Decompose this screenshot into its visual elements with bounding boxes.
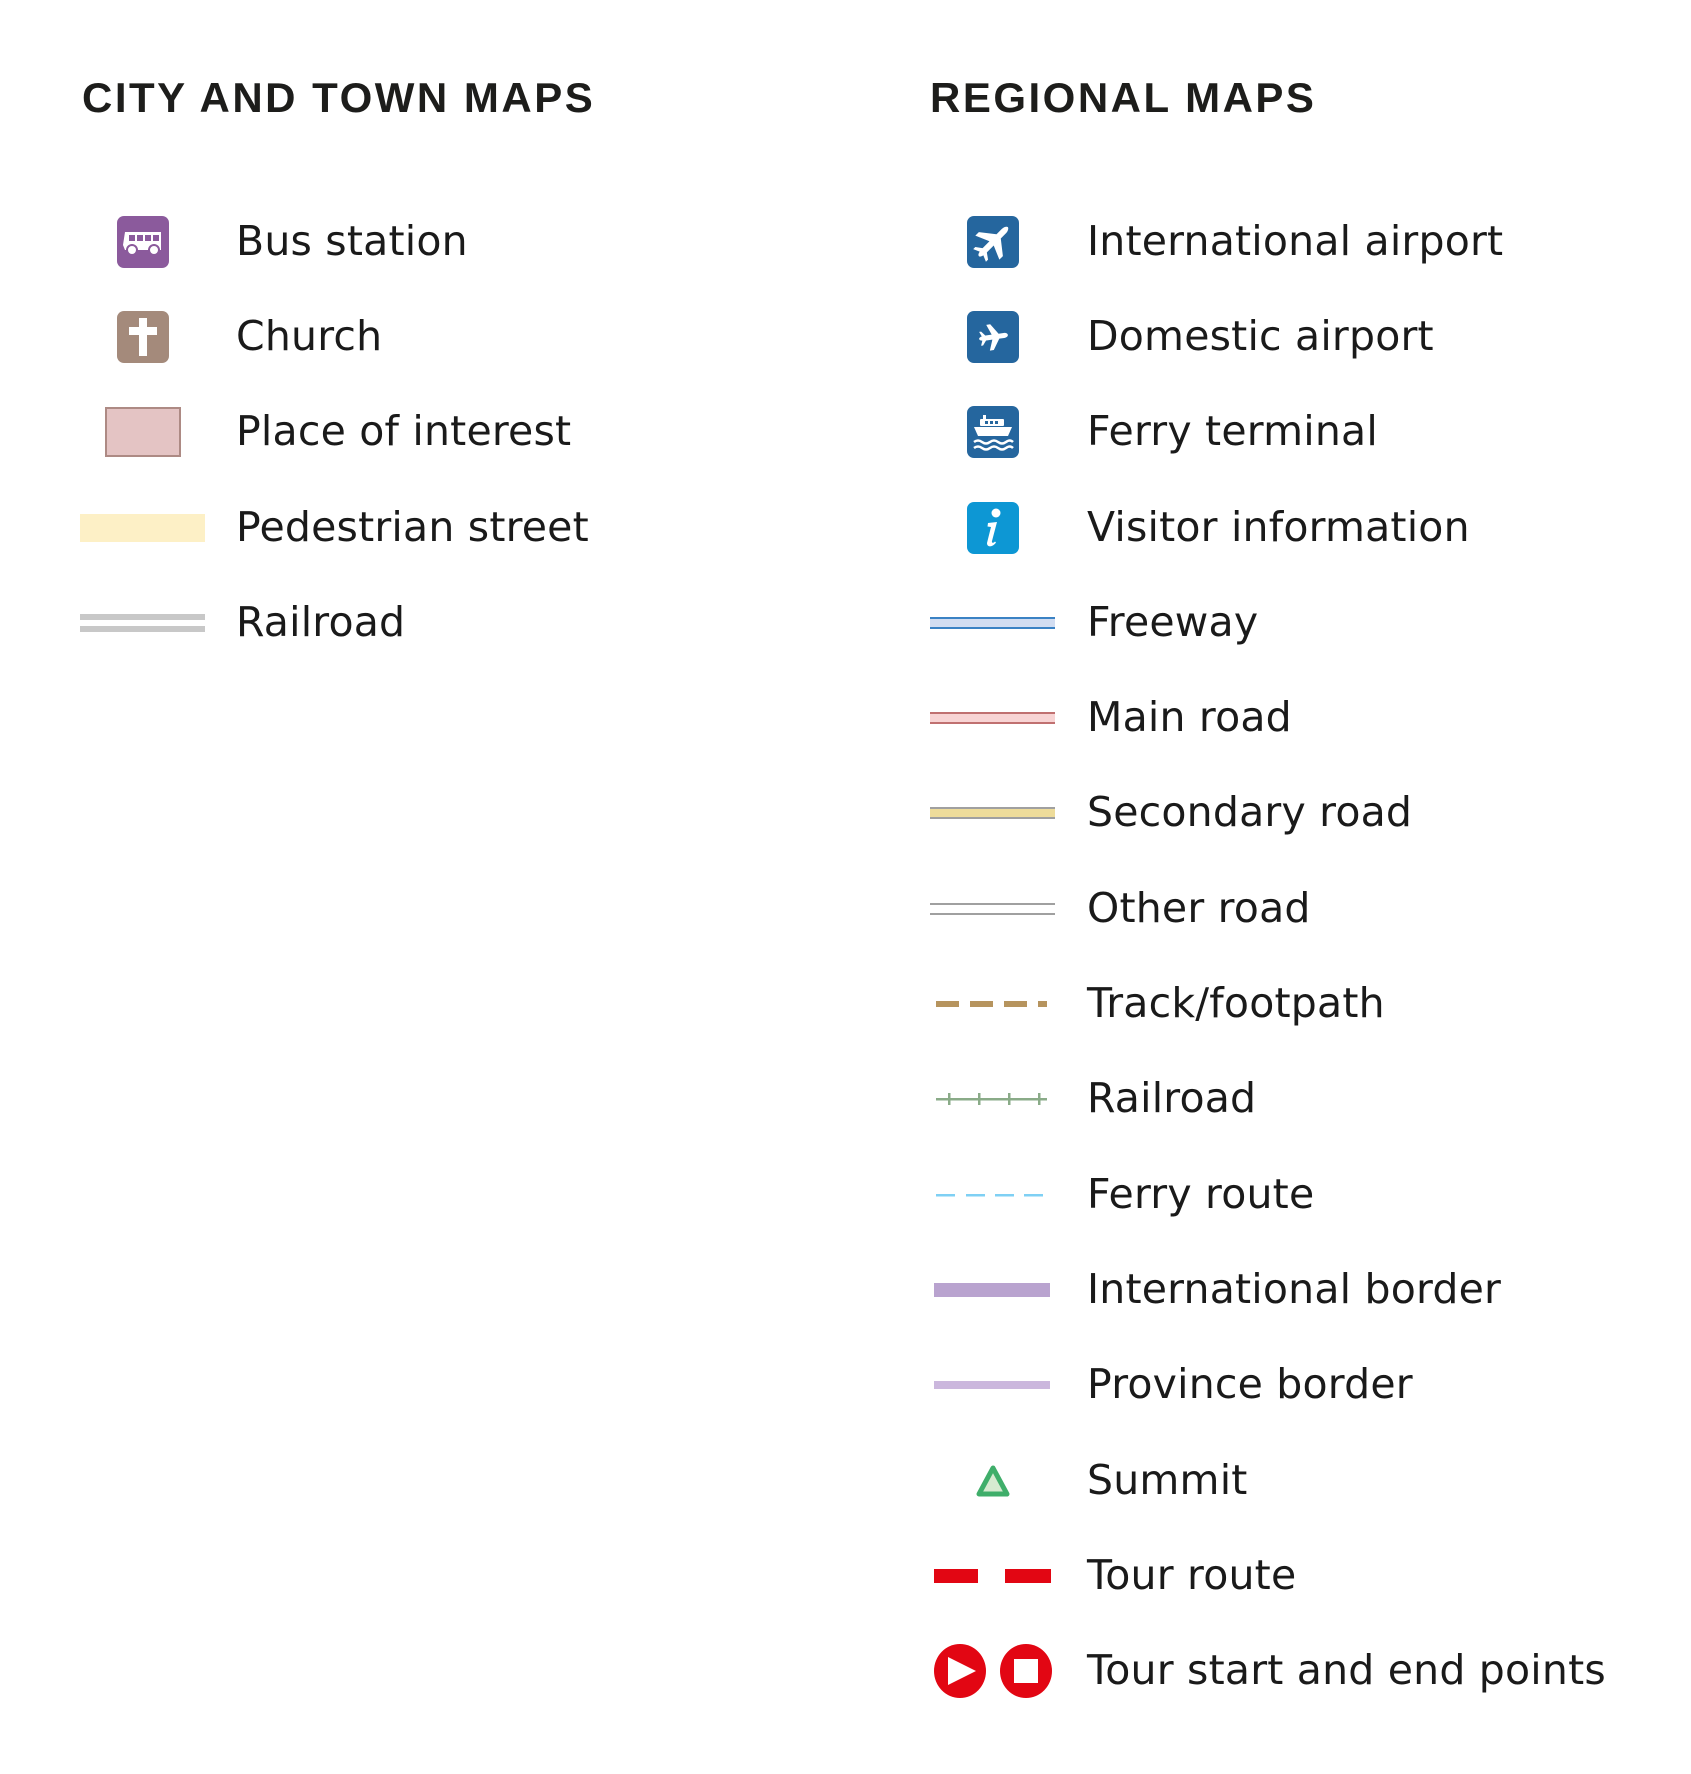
legend-item-international-airport: International airport bbox=[930, 194, 1670, 289]
international-airport-icon bbox=[930, 212, 1055, 272]
legend-label: Freeway bbox=[1087, 597, 1259, 646]
legend-item-railroad: Railroad bbox=[80, 575, 840, 670]
legend-item-visitor-information: Visitor information bbox=[930, 480, 1670, 575]
province-border-line bbox=[930, 1355, 1055, 1415]
legend-item-other-road: Other road bbox=[930, 861, 1670, 956]
summit-triangle-icon bbox=[930, 1451, 1055, 1511]
international-border-line bbox=[930, 1260, 1055, 1320]
visitor-information-icon bbox=[930, 498, 1055, 558]
legend-label: Domestic airport bbox=[1087, 311, 1434, 360]
church-icon bbox=[80, 307, 205, 367]
legend-item-main-road: Main road bbox=[930, 670, 1670, 765]
legend-item-railroad-regional: Railroad bbox=[930, 1052, 1670, 1147]
domestic-airport-icon bbox=[930, 307, 1055, 367]
legend-label: Province border bbox=[1087, 1360, 1413, 1409]
track-footpath-dashed-line bbox=[930, 974, 1055, 1034]
bus-icon bbox=[80, 212, 205, 272]
regional-legend: International airport Domestic airport F… bbox=[930, 194, 1670, 1719]
legend-label: Visitor information bbox=[1087, 502, 1470, 551]
secondary-road-line bbox=[930, 783, 1055, 843]
legend-label: Pedestrian street bbox=[236, 502, 589, 551]
legend-label: Secondary road bbox=[1087, 788, 1413, 837]
legend-item-summit: Summit bbox=[930, 1433, 1670, 1528]
legend-label: Ferry terminal bbox=[1087, 407, 1378, 456]
city-and-town-maps-heading: CITY AND TOWN MAPS bbox=[82, 74, 596, 121]
tour-start-end-icons bbox=[930, 1641, 1055, 1701]
legend-label: Main road bbox=[1087, 693, 1292, 742]
legend-item-pedestrian-street: Pedestrian street bbox=[80, 480, 840, 575]
regional-maps-heading: REGIONAL MAPS bbox=[930, 74, 1317, 121]
legend-item-freeway: Freeway bbox=[930, 575, 1670, 670]
ferry-route-dashed-line bbox=[930, 1165, 1055, 1225]
city-and-town-legend: Bus station Church Place of interest Ped… bbox=[80, 194, 840, 670]
legend-item-province-border: Province border bbox=[930, 1338, 1670, 1433]
legend-item-track-footpath: Track/footpath bbox=[930, 956, 1670, 1051]
legend-label: Church bbox=[236, 311, 383, 360]
freeway-line bbox=[930, 593, 1055, 653]
legend-label: Railroad bbox=[1087, 1074, 1257, 1123]
legend-item-bus-station: Bus station bbox=[80, 194, 840, 289]
legend-item-place-of-interest: Place of interest bbox=[80, 385, 840, 480]
legend-label: International airport bbox=[1087, 216, 1504, 265]
place-of-interest-swatch bbox=[80, 402, 205, 462]
legend-label: Tour start and end points bbox=[1087, 1646, 1606, 1695]
legend-label: Track/footpath bbox=[1087, 979, 1385, 1028]
legend-item-international-border: International border bbox=[930, 1242, 1670, 1337]
railroad-double-line bbox=[80, 593, 205, 653]
legend-label: International border bbox=[1087, 1264, 1502, 1313]
other-road-line bbox=[930, 879, 1055, 939]
railroad-ticked-line bbox=[930, 1069, 1055, 1129]
main-road-line bbox=[930, 688, 1055, 748]
legend-label: Place of interest bbox=[236, 407, 572, 456]
tour-route-dashed-line bbox=[930, 1546, 1055, 1606]
legend-label: Bus station bbox=[236, 216, 468, 265]
legend-item-church: Church bbox=[80, 289, 840, 384]
pedestrian-street-swatch bbox=[80, 498, 205, 558]
legend-item-ferry-route: Ferry route bbox=[930, 1147, 1670, 1242]
legend-label: Summit bbox=[1087, 1455, 1248, 1504]
legend-item-domestic-airport: Domestic airport bbox=[930, 289, 1670, 384]
legend-label: Other road bbox=[1087, 883, 1311, 932]
legend-label: Tour route bbox=[1087, 1550, 1297, 1599]
legend-item-secondary-road: Secondary road bbox=[930, 766, 1670, 861]
legend-item-ferry-terminal: Ferry terminal bbox=[930, 385, 1670, 480]
legend-label: Railroad bbox=[236, 597, 406, 646]
legend-item-tour-start-end: Tour start and end points bbox=[930, 1623, 1670, 1718]
legend-item-tour-route: Tour route bbox=[930, 1528, 1670, 1623]
ferry-terminal-icon bbox=[930, 402, 1055, 462]
legend-label: Ferry route bbox=[1087, 1169, 1315, 1218]
